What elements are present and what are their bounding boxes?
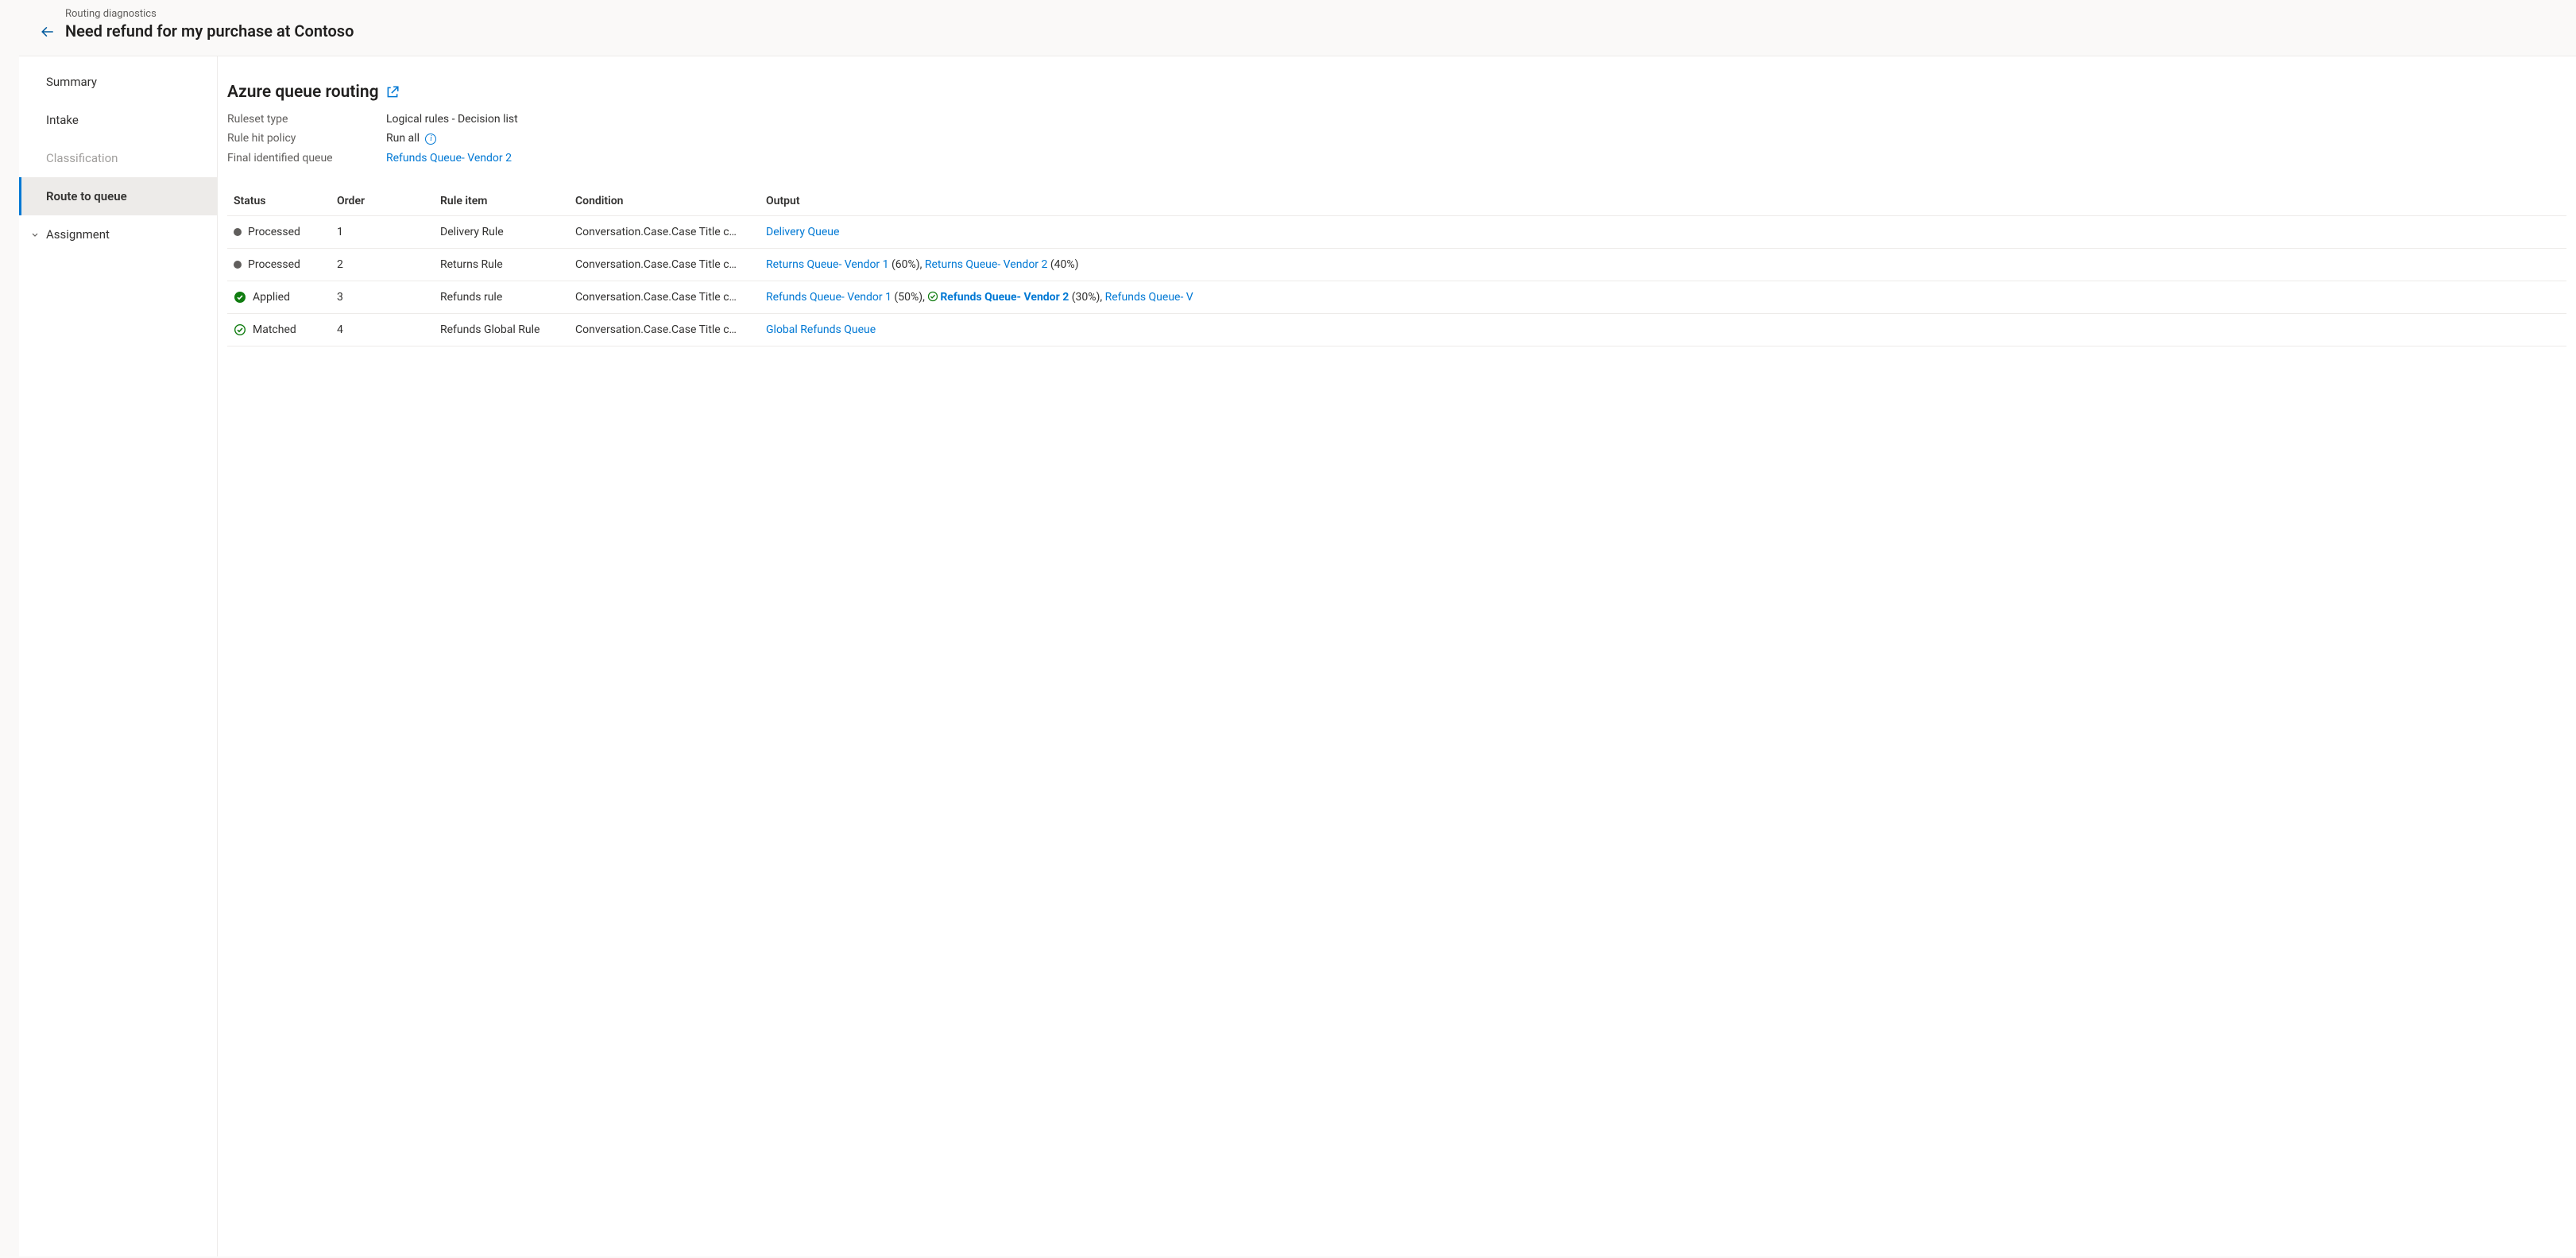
final-queue-label: Final identified queue bbox=[227, 152, 386, 165]
status-cell: Processed bbox=[234, 258, 324, 271]
status-cell: Matched bbox=[234, 323, 324, 336]
table-row[interactable]: Applied 3Refunds ruleConversation.Case.Ca… bbox=[227, 281, 2566, 313]
col-output[interactable]: Output bbox=[760, 187, 2566, 216]
open-in-new-icon bbox=[385, 85, 400, 99]
rule-item-cell: Delivery Rule bbox=[434, 215, 569, 248]
sidebar-item-label: Intake bbox=[46, 113, 79, 127]
output-pct: (50%), bbox=[892, 291, 927, 304]
condition-cell: Conversation.Case.Case Title c… bbox=[569, 313, 760, 346]
chevron-down-icon bbox=[29, 228, 41, 241]
output-queue-link[interactable]: Delivery Queue bbox=[766, 226, 839, 238]
page-title: Need refund for my purchase at Contoso bbox=[65, 21, 354, 41]
status-text: Applied bbox=[253, 291, 290, 304]
condition-cell: Conversation.Case.Case Title c… bbox=[569, 248, 760, 281]
processed-dot-icon bbox=[234, 228, 242, 236]
output-cell: Global Refunds Queue bbox=[760, 313, 2566, 346]
processed-dot-icon bbox=[234, 261, 242, 269]
output-cell: Returns Queue- Vendor 1 (60%), Returns Q… bbox=[760, 248, 2566, 281]
order-cell: 2 bbox=[331, 248, 434, 281]
condition-cell: Conversation.Case.Case Title c… bbox=[569, 281, 760, 313]
col-condition[interactable]: Condition bbox=[569, 187, 760, 216]
order-cell: 1 bbox=[331, 215, 434, 248]
status-text: Matched bbox=[253, 323, 296, 336]
page-header: Routing diagnostics Need refund for my p… bbox=[0, 0, 2576, 52]
output-queue-link[interactable]: Refunds Queue- V bbox=[1105, 291, 1193, 304]
table-row[interactable]: Processed 2Returns RuleConversation.Case.… bbox=[227, 248, 2566, 281]
output-pct: (30%), bbox=[1069, 291, 1104, 304]
status-cell: Processed bbox=[234, 226, 324, 238]
table-header-row: Status Order Rule item Condition Output bbox=[227, 187, 2566, 216]
rule-item-cell: Returns Rule bbox=[434, 248, 569, 281]
sidebar-item-summary[interactable]: Summary bbox=[19, 63, 217, 101]
content-pane: Azure queue routing Ruleset type Logical… bbox=[218, 56, 2576, 1256]
order-cell: 4 bbox=[331, 313, 434, 346]
final-queue-link[interactable]: Refunds Queue- Vendor 2 bbox=[386, 152, 512, 165]
content-title-row: Azure queue routing bbox=[227, 83, 2566, 102]
sidebar-item-label: Summary bbox=[46, 75, 97, 89]
content-title: Azure queue routing bbox=[227, 83, 379, 102]
status-cell: Applied bbox=[234, 291, 324, 304]
ruleset-type-label: Ruleset type bbox=[227, 113, 386, 126]
rule-hit-policy-value: Run all i bbox=[386, 132, 2566, 145]
condition-cell: Conversation.Case.Case Title c… bbox=[569, 215, 760, 248]
sidebar-item-assignment[interactable]: Assignment bbox=[19, 215, 217, 254]
output-queue-link[interactable]: Global Refunds Queue bbox=[766, 323, 876, 336]
rule-item-cell: Refunds rule bbox=[434, 281, 569, 313]
status-text: Processed bbox=[248, 226, 300, 238]
rule-item-cell: Refunds Global Rule bbox=[434, 313, 569, 346]
open-in-new-window-button[interactable] bbox=[385, 85, 400, 99]
output-queue-link[interactable]: Refunds Queue- Vendor 1 bbox=[766, 291, 892, 304]
meta-grid: Ruleset type Logical rules - Decision li… bbox=[227, 113, 2566, 165]
page-eyebrow: Routing diagnostics bbox=[65, 8, 354, 20]
status-text: Processed bbox=[248, 258, 300, 271]
sidebar-item-label: Assignment bbox=[46, 227, 110, 242]
ruleset-type-value: Logical rules - Decision list bbox=[386, 113, 2566, 126]
table-row[interactable]: Matched 4Refunds Global RuleConversation.… bbox=[227, 313, 2566, 346]
col-order[interactable]: Order bbox=[331, 187, 434, 216]
final-queue-value: Refunds Queue- Vendor 2 bbox=[386, 152, 2566, 165]
table-row[interactable]: Processed 1Delivery RuleConversation.Case… bbox=[227, 215, 2566, 248]
matched-check-icon bbox=[234, 323, 246, 336]
sidebar-item-label: Route to queue bbox=[46, 189, 127, 203]
info-icon[interactable]: i bbox=[425, 134, 436, 145]
output-queue-link[interactable]: Returns Queue- Vendor 1 bbox=[766, 258, 889, 271]
sidebar-item-route-to-queue[interactable]: Route to queue bbox=[19, 177, 217, 215]
col-status[interactable]: Status bbox=[227, 187, 331, 216]
sidebar: Summary Intake Classification Route to queu… bbox=[19, 56, 218, 1256]
rule-hit-policy-label: Rule hit policy bbox=[227, 132, 386, 145]
col-rule-item[interactable]: Rule item bbox=[434, 187, 569, 216]
sidebar-item-classification[interactable]: Classification bbox=[19, 139, 217, 177]
back-button[interactable] bbox=[35, 19, 60, 45]
output-cell: Delivery Queue bbox=[760, 215, 2566, 248]
output-pct: (40%) bbox=[1047, 258, 1078, 271]
output-queue-link[interactable]: Returns Queue- Vendor 2 bbox=[925, 258, 1048, 271]
output-pct: (60%), bbox=[889, 258, 925, 271]
output-queue-link[interactable]: Refunds Queue- Vendor 2 bbox=[940, 291, 1069, 304]
output-cell: Refunds Queue- Vendor 1 (50%), Refunds Q… bbox=[760, 281, 2566, 313]
applied-check-icon bbox=[234, 291, 246, 304]
selected-check-icon bbox=[927, 291, 938, 302]
sidebar-item-label: Classification bbox=[46, 151, 118, 165]
sidebar-item-intake[interactable]: Intake bbox=[19, 101, 217, 139]
rules-table: Status Order Rule item Condition Output … bbox=[227, 187, 2566, 346]
arrow-left-icon bbox=[41, 25, 55, 39]
order-cell: 3 bbox=[331, 281, 434, 313]
